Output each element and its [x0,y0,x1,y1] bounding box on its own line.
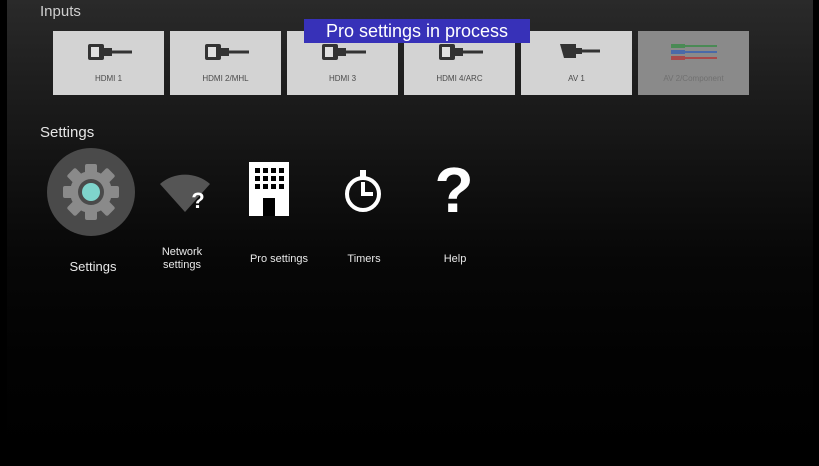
status-banner: Pro settings in process [304,19,530,43]
hdmi-cable-icon [53,40,164,64]
hdmi-cable-icon [170,40,281,64]
scart-cable-icon [521,40,632,64]
setting-label: Help [443,253,467,265]
timer-icon [343,168,383,219]
setting-label: Pro settings [249,253,309,265]
input-tile-hdmi-1[interactable]: HDMI 1 [53,31,164,95]
settings-section-title: Settings [40,124,95,141]
inputs-section-title: Inputs [40,3,81,20]
setting-label-line: Network [161,246,203,258]
input-label: HDMI 4/ARC [436,74,483,83]
building-icon [249,162,289,221]
input-label: HDMI 3 [328,74,357,83]
input-tile-av-2-component[interactable]: AV 2/Component [638,31,749,95]
question-mark-icon: ? [434,154,473,226]
gear-icon [47,148,135,241]
tv-home-screen: Inputs HDMI 1 HDMI 2/MHL HDMI 3 HDMI 4/A… [7,0,813,460]
svg-text:?: ? [437,160,471,220]
setting-label-line: settings [163,259,201,271]
input-label: AV 1 [568,74,585,83]
hdmi-cable-icon [287,40,398,64]
input-label: HDMI 2/MHL [202,74,249,83]
input-label: AV 2/Component [663,74,724,83]
input-tile-hdmi-2[interactable]: HDMI 2/MHL [170,31,281,95]
svg-text:?: ? [191,188,204,213]
wifi-question-icon: ? [158,170,212,219]
setting-label: Settings [69,259,117,274]
component-cable-icon [638,40,749,64]
input-label: HDMI 1 [94,74,123,83]
setting-label: Network settings [157,246,207,272]
hdmi-cable-icon [404,40,515,64]
setting-label: Timers [347,253,381,265]
input-tile-av-1[interactable]: AV 1 [521,31,632,95]
